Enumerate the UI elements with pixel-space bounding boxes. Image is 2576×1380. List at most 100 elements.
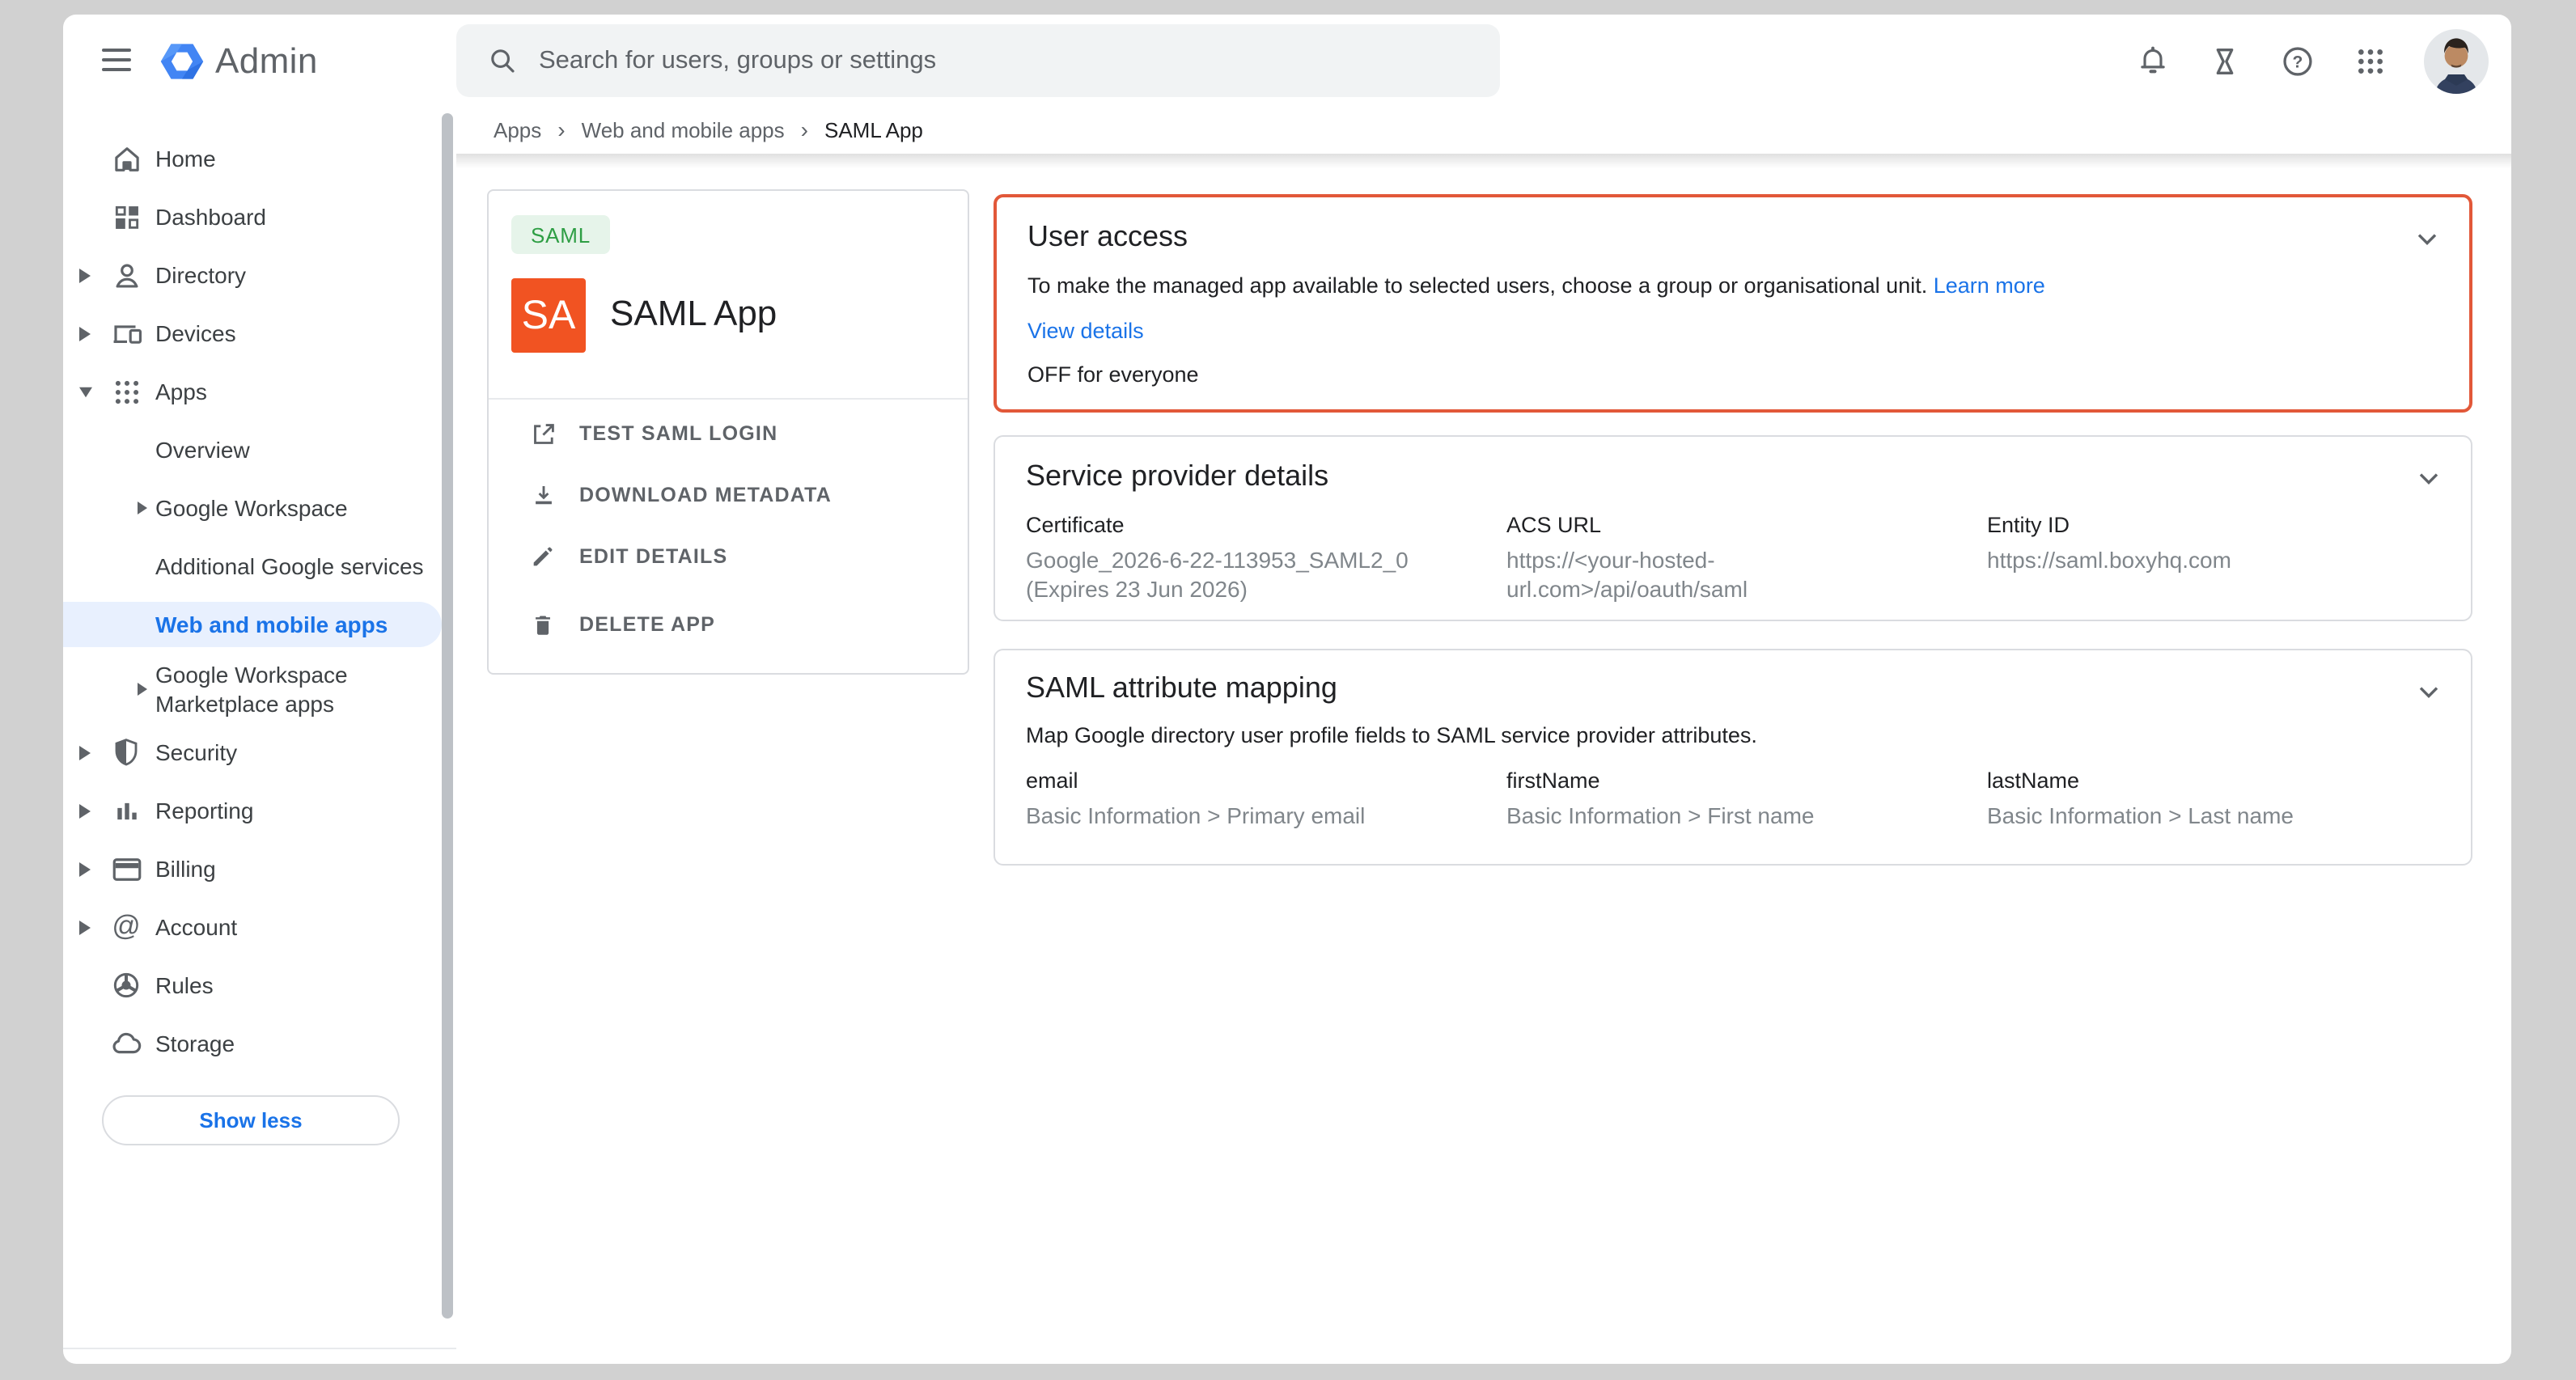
notifications-bell-icon[interactable]	[2133, 41, 2171, 80]
field-value: Google_2026-6-22-113953_SAML2_0 (Expires…	[1026, 545, 1438, 603]
acs-url-field: ACS URL https://<your-hosted-url.com>/ap…	[1506, 513, 1987, 603]
expand-right-icon[interactable]	[79, 802, 92, 819]
learn-more-link[interactable]: Learn more	[1934, 273, 2045, 298]
field-label: lastName	[1987, 768, 2440, 793]
send-feedback-button[interactable]: Send feedback	[63, 1354, 456, 1364]
service-provider-details-card: Service provider details Certificate Goo…	[994, 435, 2472, 621]
sidebar-item-storage[interactable]: Storage	[63, 1014, 456, 1073]
sidebar-item-label: Google Workspace Marketplace apps	[155, 660, 414, 718]
expand-right-icon[interactable]	[138, 681, 150, 697]
expand-right-icon[interactable]	[79, 267, 92, 283]
header-shadow	[456, 154, 2511, 168]
firstname-mapping-field: firstName Basic Information > First name	[1506, 768, 1987, 830]
apps-launcher-icon[interactable]	[2351, 41, 2390, 80]
sidebar-item-label: Security	[155, 739, 237, 765]
breadcrumb-web-and-mobile-apps[interactable]: Web and mobile apps	[582, 117, 785, 142]
admin-console-window: Admin	[63, 15, 2511, 1364]
field-label: Entity ID	[1987, 513, 2440, 537]
svg-text:@: @	[112, 910, 140, 942]
breadcrumb-separator: ›	[801, 116, 808, 142]
avatar[interactable]	[2424, 28, 2489, 93]
pencil-icon	[527, 541, 558, 572]
sidebar-item-security[interactable]: Security	[63, 723, 456, 781]
sidebar-item-overview[interactable]: Overview	[63, 421, 456, 479]
edit-details-button[interactable]: EDIT DETAILS	[489, 527, 968, 586]
help-icon[interactable]: ?	[2278, 41, 2317, 80]
expand-right-icon[interactable]	[138, 500, 150, 516]
sidebar-item-label: Web and mobile apps	[155, 612, 388, 637]
test-saml-login-button[interactable]: TEST SAML LOGIN	[489, 404, 968, 463]
field-value: Basic Information > First name	[1506, 801, 1919, 830]
admin-hexagon-icon	[160, 42, 204, 81]
card-title: User access	[1027, 220, 2438, 254]
sidebar-item-account[interactable]: @ Account	[63, 898, 456, 956]
sidebar-item-reporting[interactable]: Reporting	[63, 781, 456, 840]
expand-right-icon[interactable]	[79, 919, 92, 935]
user-access-card: User access To make the managed app avai…	[994, 194, 2472, 413]
chevron-down-icon[interactable]	[2416, 228, 2438, 251]
tasks-hourglass-icon[interactable]	[2205, 41, 2244, 80]
menu-icon[interactable]	[102, 49, 131, 71]
saml-attribute-mapping-card: SAML attribute mapping Map Google direct…	[994, 649, 2472, 866]
user-access-description: To make the managed app available to sel…	[1027, 273, 2438, 298]
sidebar-item-rules[interactable]: Rules	[63, 956, 456, 1014]
sidebar-item-label: Dashboard	[155, 204, 266, 230]
sidebar-item-label: Billing	[155, 856, 216, 882]
sidebar-item-label: Additional Google services	[155, 553, 424, 579]
sidebar-nav: Home Dashboard Directory	[63, 144, 456, 1364]
sidebar-item-label: Rules	[155, 972, 214, 998]
expand-right-icon[interactable]	[79, 325, 92, 341]
sidebar-item-additional-google-services[interactable]: Additional Google services	[63, 537, 456, 595]
sidebar-item-directory[interactable]: Directory	[63, 246, 456, 304]
sidebar-item-apps[interactable]: Apps	[63, 362, 456, 421]
saml-type-badge: SAML	[511, 215, 610, 254]
breadcrumb-separator: ›	[557, 116, 565, 142]
sidebar-scrollbar[interactable]	[442, 113, 453, 1319]
sidebar-item-billing[interactable]: Billing	[63, 840, 456, 898]
search-input[interactable]	[536, 44, 1448, 77]
attribute-mapping-description: Map Google directory user profile fields…	[1026, 723, 2440, 747]
bar-chart-icon	[108, 793, 144, 828]
apps-grid-icon	[108, 374, 144, 409]
view-details-label[interactable]: View details	[1027, 319, 1144, 343]
admin-logo[interactable]: Admin	[160, 40, 318, 83]
breadcrumb-apps[interactable]: Apps	[494, 117, 541, 142]
wheel-icon	[108, 967, 144, 1003]
expand-right-icon[interactable]	[79, 744, 92, 760]
search-bar[interactable]	[456, 24, 1500, 97]
sidebar-item-devices[interactable]: Devices	[63, 304, 456, 362]
devices-icon	[108, 315, 144, 351]
open-in-new-icon	[527, 418, 558, 449]
breadcrumb: Apps › Web and mobile apps › SAML App	[494, 105, 923, 154]
download-metadata-button[interactable]: DOWNLOAD METADATA	[489, 466, 968, 524]
collapse-down-icon[interactable]	[79, 383, 92, 400]
action-label: EDIT DETAILS	[579, 545, 727, 568]
delete-app-button[interactable]: DELETE APP	[489, 595, 968, 654]
sidebar-item-label: Directory	[155, 262, 246, 288]
sidebar-item-dashboard[interactable]: Dashboard	[63, 188, 456, 246]
field-label: Certificate	[1026, 513, 1506, 537]
panel-divider	[489, 398, 968, 400]
sidebar-item-home[interactable]: Home	[63, 129, 456, 188]
view-details-link[interactable]: View details	[1027, 319, 2438, 343]
expand-right-icon[interactable]	[79, 861, 92, 877]
sidebar-item-google-workspace-marketplace-apps[interactable]: Google Workspace Marketplace apps	[63, 646, 456, 733]
action-label: TEST SAML LOGIN	[579, 422, 777, 445]
screen: Admin	[0, 0, 2576, 1380]
chevron-down-icon[interactable]	[2417, 468, 2440, 490]
field-value: https://<your-hosted-url.com>/api/oauth/…	[1506, 545, 1895, 603]
card-title: Service provider details	[1026, 459, 2440, 493]
field-value: Basic Information > Last name	[1987, 801, 2400, 830]
action-label: DELETE APP	[579, 613, 715, 636]
sidebar-item-label: Storage	[155, 1031, 235, 1056]
show-less-button[interactable]: Show less	[102, 1095, 400, 1145]
field-label: ACS URL	[1506, 513, 1987, 537]
action-label: DOWNLOAD METADATA	[579, 484, 832, 506]
person-icon	[108, 257, 144, 293]
sidebar-item-label: Account	[155, 914, 237, 940]
chevron-down-icon[interactable]	[2417, 681, 2440, 704]
attribute-mapping-fields: email Basic Information > Primary email …	[1026, 768, 2440, 830]
sidebar-divider	[63, 1348, 456, 1349]
sidebar-item-google-workspace[interactable]: Google Workspace	[63, 479, 456, 537]
cloud-icon	[108, 1026, 144, 1061]
